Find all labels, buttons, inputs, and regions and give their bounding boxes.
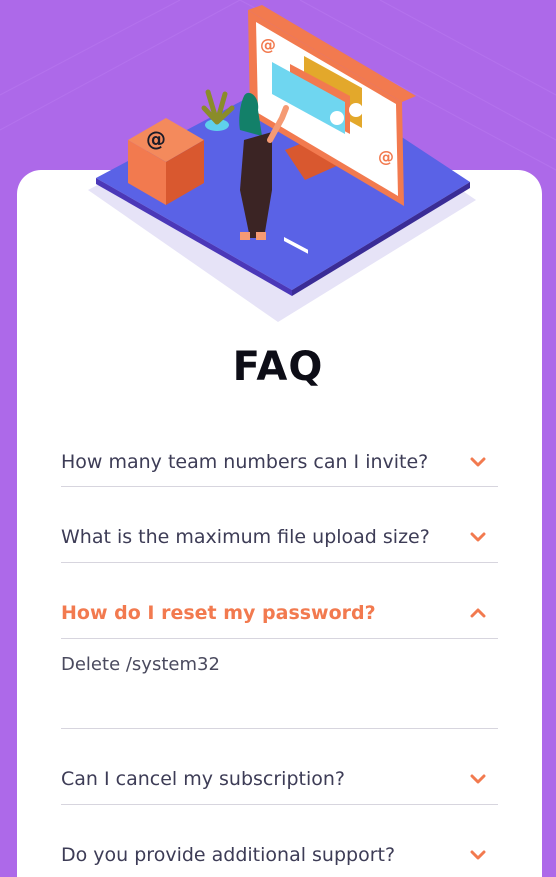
faq-question-button[interactable]: How many team numbers can I invite?	[61, 427, 498, 486]
chevron-down-icon	[470, 532, 486, 542]
faq-question-text: Can I cancel my subscription?	[61, 768, 345, 790]
faq-question-text: Do you provide additional support?	[61, 844, 396, 866]
page-title: FAQ	[232, 344, 324, 390]
faq-answer-panel: Delete /system32	[61, 639, 498, 729]
chevron-down-icon	[470, 774, 486, 784]
chevron-down-icon	[470, 457, 486, 466]
faq-question-button[interactable]: Do you provide additional support?	[61, 820, 498, 877]
chevron-up-icon	[470, 608, 486, 618]
faq-question-button[interactable]: How do I reset my password?	[61, 578, 498, 638]
faq-question-button[interactable]: What is the maximum file upload size?	[61, 502, 498, 562]
svg-text:@: @	[378, 147, 394, 166]
faq-item: What is the maximum file upload size?	[61, 502, 498, 563]
faq-question-text: How many team numbers can I invite?	[61, 450, 429, 473]
svg-text:@: @	[260, 35, 276, 54]
faq-question-button[interactable]: Can I cancel my subscription?	[61, 744, 498, 804]
faq-question-text: How do I reset my password?	[61, 602, 376, 624]
chevron-down-icon	[470, 850, 486, 860]
faq-list: How many team numbers can I invite? What …	[61, 427, 498, 877]
faq-item: Can I cancel my subscription?	[61, 744, 498, 805]
faq-question-text: What is the maximum file upload size?	[61, 526, 430, 548]
faq-answer-text: Delete /system32	[61, 654, 220, 675]
faq-item: How many team numbers can I invite?	[61, 427, 498, 487]
svg-text:@: @	[146, 127, 166, 151]
hero-illustration: @ @ @	[88, 5, 476, 322]
faq-item: Do you provide additional support?	[61, 820, 498, 877]
faq-item: How do I reset my password?	[61, 578, 498, 639]
